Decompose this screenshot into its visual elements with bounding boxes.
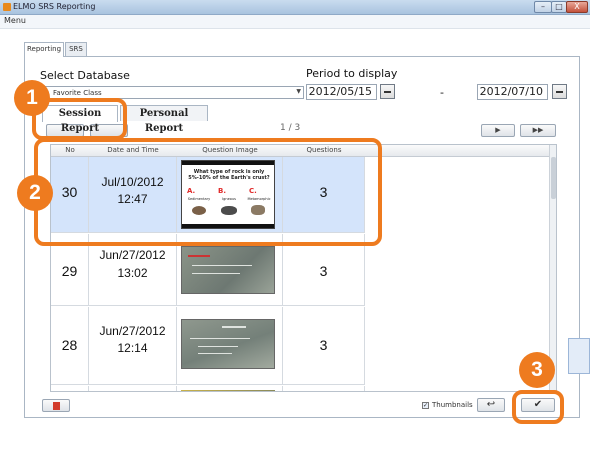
thumbnails-label: Thumbnails: [432, 401, 473, 409]
question-thumbnail[interactable]: [181, 246, 275, 294]
minimize-button[interactable]: –: [534, 1, 552, 13]
window-title: ELMO SRS Reporting: [13, 2, 96, 11]
callout-badge-3: 3: [519, 352, 555, 388]
delete-button[interactable]: [42, 399, 70, 412]
period-separator: -: [440, 86, 444, 99]
row-time: 12:14: [117, 341, 148, 355]
trash-icon: [53, 402, 60, 410]
side-panel-edge: [568, 338, 590, 374]
close-button[interactable]: X: [566, 1, 588, 13]
database-select-value: Favorite Class: [53, 89, 102, 97]
bottom-toolbar: ✓ Thumbnails ↩ ✔: [24, 393, 580, 418]
thumbnails-checkbox[interactable]: ✓: [422, 402, 429, 409]
scrollbar-thumb[interactable]: [551, 157, 556, 199]
callout-badge-2: 2: [17, 175, 53, 211]
title-bar: ELMO SRS Reporting – □ X: [0, 0, 590, 15]
chevron-down-icon: ▼: [296, 88, 301, 95]
row-date: Jun/27/2012: [99, 324, 166, 338]
callout-highlight-selected-row: [34, 138, 382, 246]
end-date-picker-button[interactable]: [552, 84, 567, 99]
start-date-picker-button[interactable]: [380, 84, 395, 99]
tab-reporting[interactable]: Reporting: [24, 42, 64, 57]
question-thumbnail[interactable]: [181, 319, 275, 369]
end-date-field[interactable]: 2012/07/10: [477, 84, 548, 100]
cell-question-image: [177, 307, 283, 384]
menu-item[interactable]: Menu: [4, 16, 26, 25]
tab-srs[interactable]: SRS: [65, 42, 87, 56]
callout-highlight-ok-button: [512, 390, 564, 424]
select-database-label: Select Database: [40, 69, 130, 82]
page-indicator: 1 / 3: [280, 123, 301, 133]
menu-bar: Menu: [0, 15, 590, 29]
undo-button[interactable]: ↩: [477, 398, 505, 412]
table-row[interactable]: [51, 386, 365, 391]
next-page-button[interactable]: ▶: [481, 124, 515, 137]
cell-questions: 3: [283, 307, 365, 384]
table-scrollbar[interactable]: [549, 145, 556, 391]
cell-date-time: Jun/27/2012 12:14: [89, 307, 177, 384]
row-time: 13:02: [117, 266, 148, 280]
row-date: Jun/27/2012: [99, 248, 166, 262]
last-page-button[interactable]: ▶▶: [520, 124, 556, 137]
app-icon: [3, 3, 11, 11]
tab-personal-report[interactable]: Personal Report: [120, 105, 208, 134]
callout-badge-1: 1: [14, 80, 50, 116]
maximize-button[interactable]: □: [551, 1, 567, 13]
period-label: Period to display: [306, 67, 398, 80]
table-row[interactable]: 28 Jun/27/2012 12:14 3: [51, 307, 365, 385]
start-date-field[interactable]: 2012/05/15: [306, 84, 377, 100]
cell-no: 28: [51, 307, 89, 384]
